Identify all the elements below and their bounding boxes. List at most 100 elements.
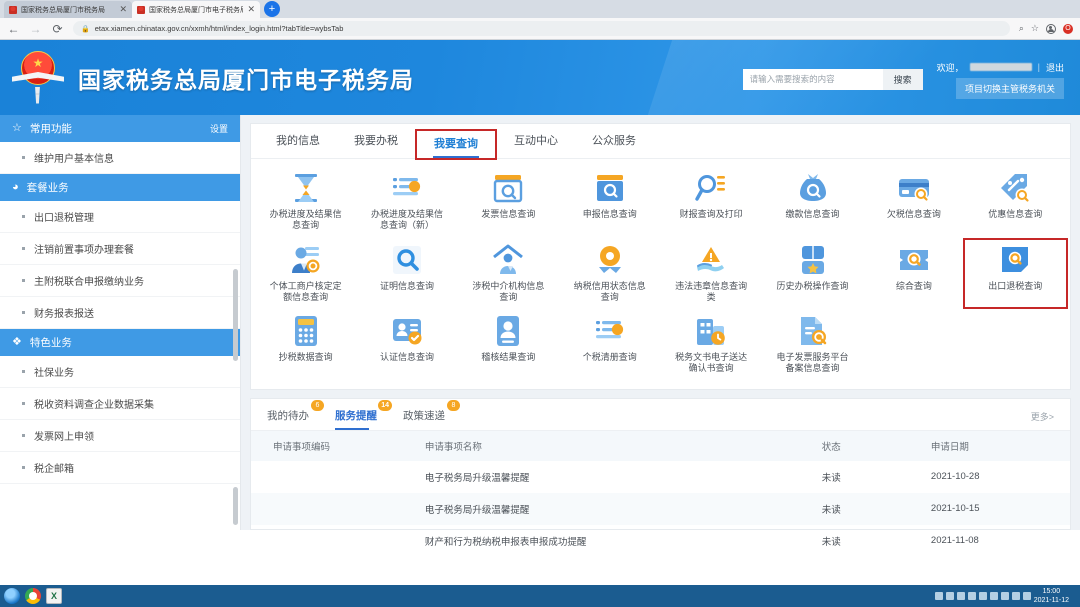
tray-icon[interactable] bbox=[1023, 592, 1031, 600]
grid-filler bbox=[863, 311, 964, 379]
main-content: 我的信息 我要办税 我要查询 互动中心 公众服务 办税进度及结果信息查询 bbox=[241, 115, 1080, 530]
sidebar-item-cancellation-package[interactable]: 注销前置事项办理套餐 bbox=[0, 233, 240, 265]
service-item-audit-result-query[interactable]: 稽核结果查询 bbox=[458, 311, 559, 379]
sidebar-item-tax-mailbox[interactable]: 税企邮箱 bbox=[0, 452, 240, 484]
sidebar-item-maintain-user-info[interactable]: 维护用户基本信息 bbox=[0, 142, 240, 174]
tray-icon[interactable] bbox=[979, 592, 987, 600]
logout-link[interactable]: 退出 bbox=[1046, 61, 1064, 74]
switch-tax-authority-button[interactable]: 项目切换主管税务机关 bbox=[956, 78, 1064, 99]
sidebar-settings-link[interactable]: 设置 bbox=[210, 122, 228, 135]
service-item-financial-report-print[interactable]: 财报查询及打印 bbox=[661, 168, 762, 236]
service-item-invoice-query[interactable]: 发票信息查询 bbox=[458, 168, 559, 236]
excel-icon[interactable]: X bbox=[46, 588, 62, 604]
close-icon[interactable]: ✕ bbox=[119, 5, 127, 14]
sidebar-item-tax-survey-data[interactable]: 税收资料调查企业数据采集 bbox=[0, 388, 240, 420]
service-item-label: 涉税中介机构信息查询 bbox=[471, 281, 545, 304]
tray-icon[interactable] bbox=[1001, 592, 1009, 600]
service-item-tax-copy-data-query[interactable]: 抄税数据查询 bbox=[255, 311, 356, 379]
lock-icon: 🔒 bbox=[81, 25, 90, 33]
tray-icon[interactable] bbox=[1012, 592, 1020, 600]
bookmark-star-icon[interactable]: ☆ bbox=[1031, 24, 1039, 33]
profile-avatar-icon[interactable] bbox=[1046, 24, 1056, 34]
sidebar-item-label: 社保业务 bbox=[34, 364, 74, 379]
tab-interaction-center[interactable]: 互动中心 bbox=[497, 124, 575, 158]
sidebar-group-package[interactable]: ◕ 套餐业务 bbox=[0, 174, 240, 201]
service-item-tax-progress-result[interactable]: 办税进度及结果信息查询 bbox=[255, 168, 356, 236]
extension-icon[interactable]: O bbox=[1063, 24, 1073, 34]
back-icon[interactable]: ← bbox=[7, 23, 20, 35]
sidebar-group-common[interactable]: ☆ 常用功能 设置 bbox=[0, 115, 240, 142]
sidebar-item-financial-report[interactable]: 财务报表报送 bbox=[0, 297, 240, 329]
new-tab-button[interactable]: + bbox=[264, 1, 280, 17]
taskbar-clock[interactable]: 15:00 2021-11-12 bbox=[1034, 587, 1072, 606]
cell-name: 财产和行为税纳税申报表申报成功提醒 bbox=[425, 525, 822, 557]
bullet-icon bbox=[22, 466, 25, 469]
cell-status: 未读 bbox=[822, 461, 931, 493]
service-item-label: 纳税信用状态信息查询 bbox=[573, 281, 647, 304]
service-item-certification-info-query[interactable]: 认证信息查询 bbox=[356, 311, 457, 379]
forward-icon[interactable]: → bbox=[29, 23, 42, 35]
service-item-einvoice-platform-record-query[interactable]: 电子发票服务平台备案信息查询 bbox=[762, 311, 863, 379]
tab-query[interactable]: 我要查询 bbox=[417, 131, 495, 158]
service-item-tax-document-delivery-query[interactable]: 税务文书电子送达确认书查询 bbox=[661, 311, 762, 379]
address-bar[interactable]: 🔒 etax.xiamen.chinatax.gov.cn/xxmh/html/… bbox=[73, 21, 1010, 36]
browser-tab-2[interactable]: 国家税务总局厦门市电子税务局 ✕ bbox=[132, 1, 260, 18]
sidebar-item-export-refund[interactable]: 出口退税管理 bbox=[0, 201, 240, 233]
tray-icon[interactable] bbox=[935, 592, 943, 600]
sidebar-scrollbar-lower[interactable] bbox=[233, 487, 238, 525]
sidebar-item-online-invoice-apply[interactable]: 发票网上申领 bbox=[0, 420, 240, 452]
service-item-history-operation-query[interactable]: 历史办税操作查询 bbox=[762, 240, 863, 308]
agency-house-icon bbox=[491, 243, 525, 277]
table-row[interactable]: 财产和行为税纳税申报表申报成功提醒 未读 2021-11-08 bbox=[251, 525, 1070, 557]
service-item-label: 缴款信息查询 bbox=[786, 209, 840, 220]
service-item-label: 认证信息查询 bbox=[380, 352, 434, 363]
service-item-payment-query[interactable]: 缴款信息查询 bbox=[762, 168, 863, 236]
browser-tab-1[interactable]: 国家税务总局厦门市税务局 ✕ bbox=[4, 1, 132, 18]
sidebar-scrollbar[interactable] bbox=[233, 269, 238, 361]
service-item-label: 电子发票服务平台备案信息查询 bbox=[776, 352, 850, 375]
service-item-label: 优惠信息查询 bbox=[988, 209, 1042, 220]
service-item-export-tax-refund-query[interactable]: 出口退税查询 bbox=[965, 240, 1066, 308]
service-item-violation-query[interactable]: 违法违章信息查询类 bbox=[661, 240, 762, 308]
service-item-certificate-query[interactable]: 证明信息查询 bbox=[356, 240, 457, 308]
services-card: 我的信息 我要办税 我要查询 互动中心 公众服务 办税进度及结果信息查询 bbox=[250, 123, 1071, 390]
more-link[interactable]: 更多> bbox=[1031, 410, 1054, 430]
service-item-personal-tax-roster-query[interactable]: 个税清册查询 bbox=[559, 311, 660, 379]
tab-policy-express[interactable]: 政策速递 8 bbox=[403, 408, 445, 430]
service-item-tax-agency-query[interactable]: 涉税中介机构信息查询 bbox=[458, 240, 559, 308]
chrome-icon[interactable] bbox=[25, 588, 41, 604]
table-row[interactable]: 电子税务局升级温馨提醒 未读 2021-10-15 bbox=[251, 493, 1070, 525]
tray-icon[interactable] bbox=[968, 592, 976, 600]
tab-handle-tax[interactable]: 我要办税 bbox=[337, 124, 415, 158]
service-item-individual-business-quota[interactable]: 个体工商户核定定额信息查询 bbox=[255, 240, 356, 308]
search-input[interactable] bbox=[743, 69, 883, 90]
person-card-icon bbox=[491, 314, 525, 348]
start-button[interactable] bbox=[4, 588, 20, 604]
sidebar-item-joint-declaration[interactable]: 主附税联合申报缴纳业务 bbox=[0, 265, 240, 297]
tab-my-info[interactable]: 我的信息 bbox=[259, 124, 337, 158]
tab-service-reminder[interactable]: 服务提醒 14 bbox=[335, 408, 377, 430]
tab-public-service[interactable]: 公众服务 bbox=[575, 124, 653, 158]
sidebar-item-social-security[interactable]: 社保业务 bbox=[0, 356, 240, 388]
service-item-tax-progress-result-new[interactable]: 办税进度及结果信息查询（新） bbox=[356, 168, 457, 236]
tray-icon[interactable] bbox=[946, 592, 954, 600]
close-icon[interactable]: ✕ bbox=[247, 5, 255, 14]
sidebar-group-featured[interactable]: ❖ 特色业务 bbox=[0, 329, 240, 356]
service-item-tax-credit-status[interactable]: 纳税信用状态信息查询 bbox=[559, 240, 660, 308]
search-button[interactable]: 搜索 bbox=[883, 69, 923, 90]
zoom-icon[interactable]: ⌕ bbox=[1019, 24, 1024, 33]
table-row[interactable]: 电子税务局升级温馨提醒 未读 2021-10-28 bbox=[251, 461, 1070, 493]
tray-icon[interactable] bbox=[990, 592, 998, 600]
magnifier-lines-icon bbox=[694, 171, 728, 205]
bullet-icon bbox=[22, 247, 25, 250]
service-item-comprehensive-query[interactable]: 综合查询 bbox=[863, 240, 964, 308]
browser-tab-bar: 国家税务总局厦门市税务局 ✕ 国家税务总局厦门市电子税务局 ✕ + bbox=[0, 0, 1080, 18]
service-item-tax-arrears-query[interactable]: 欠税信息查询 bbox=[863, 168, 964, 236]
reload-icon[interactable]: ⟳ bbox=[51, 23, 64, 35]
service-item-declaration-query[interactable]: 申报信息查询 bbox=[559, 168, 660, 236]
tray-icon[interactable] bbox=[957, 592, 965, 600]
tab-my-todo[interactable]: 我的待办 6 bbox=[267, 408, 309, 430]
bullet-icon bbox=[22, 215, 25, 218]
browser-tab-title: 国家税务总局厦门市电子税务局 bbox=[149, 5, 243, 15]
service-item-preferential-query[interactable]: 优惠信息查询 bbox=[965, 168, 1066, 236]
